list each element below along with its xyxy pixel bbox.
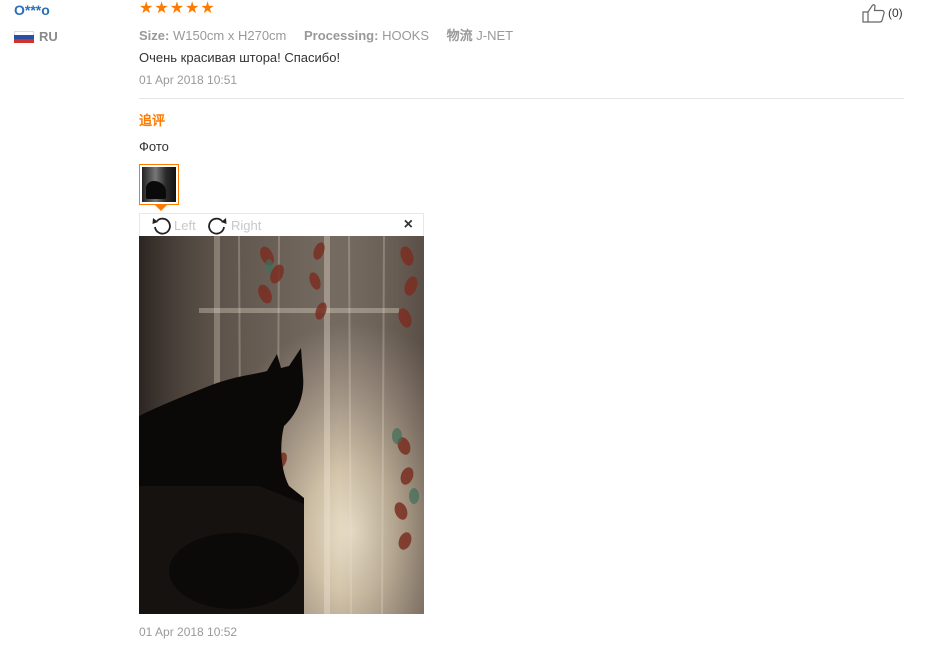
attr-value-processing: HOOKS (382, 28, 430, 43)
followup-label: 追评 (139, 113, 166, 128)
rotate-left-label: Left (174, 217, 196, 233)
helpful-button[interactable]: (0) (862, 3, 903, 23)
helpful-count: (0) (888, 6, 903, 20)
close-viewer-button[interactable]: × (404, 217, 413, 233)
reviewer-country: RU (14, 29, 58, 44)
star-icon: ★ (154, 0, 169, 17)
star-icon: ★ (200, 0, 215, 17)
review-attributes: Size: W150cm x H270cm Processing: HOOKS … (139, 25, 527, 44)
photo-thumbnail[interactable] (139, 164, 179, 205)
attr-value-logistics: J-NET (476, 28, 514, 43)
russia-flag-icon (14, 30, 34, 43)
rotate-right-label: Right (231, 217, 262, 233)
reviewer-name[interactable]: O***o (14, 2, 50, 18)
rotate-left-button[interactable]: Left (151, 215, 196, 235)
thumbs-up-icon (862, 4, 885, 23)
star-icon: ★ (185, 0, 200, 17)
attr-value-size: W150cm x H270cm (172, 28, 287, 43)
review-photo (139, 236, 424, 614)
attr-key-processing: Processing: (304, 28, 379, 43)
followup-date: 01 Apr 2018 10:52 (139, 625, 238, 639)
star-icon: ★ (139, 0, 154, 17)
rotate-right-icon (208, 217, 227, 235)
followup-text: Фото (139, 139, 169, 154)
country-code: RU (39, 29, 58, 44)
thumbnail-image (142, 167, 176, 202)
photo-viewer-toolbar: Left Right × (139, 213, 424, 236)
star-rating: ★ ★ ★ ★ ★ (139, 1, 215, 17)
review-date: 01 Apr 2018 10:51 (139, 73, 238, 87)
review-text: Очень красивая штора! Спасибо! (139, 50, 341, 65)
thumbnail-pointer (155, 205, 167, 211)
rotate-right-button[interactable]: Right (206, 215, 261, 235)
attr-key-logistics: 物流 (446, 28, 473, 43)
photo-image (139, 236, 424, 614)
rotate-left-icon (152, 217, 171, 235)
divider (139, 98, 904, 99)
star-icon: ★ (169, 0, 185, 17)
attr-key-size: Size: (139, 28, 170, 43)
